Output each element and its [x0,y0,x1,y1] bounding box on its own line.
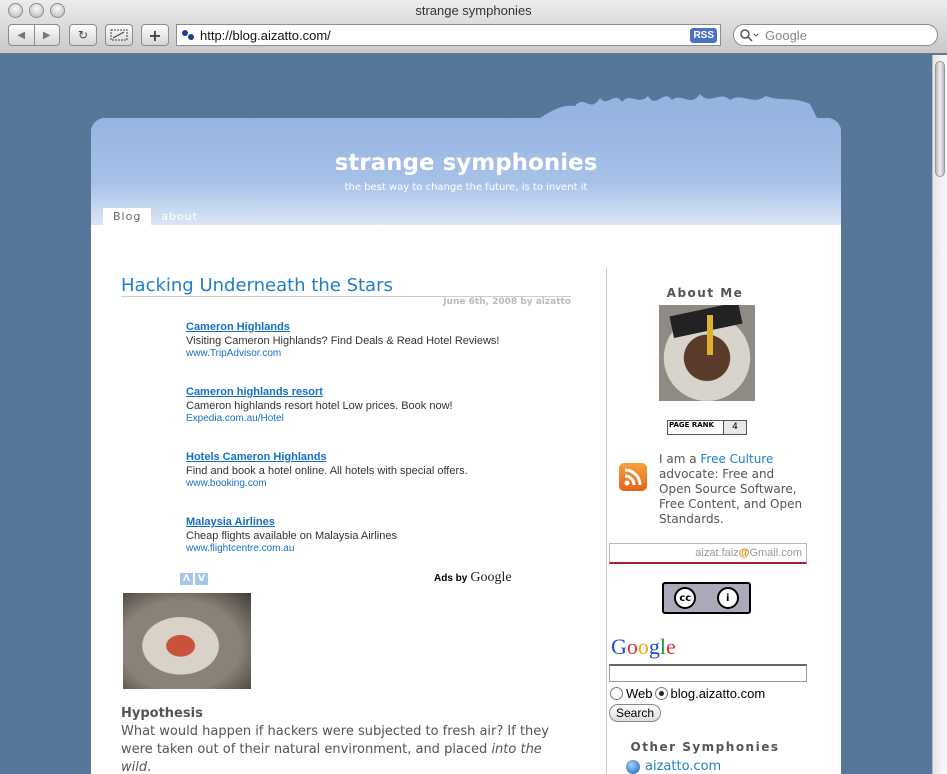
paragraph-text: . [147,760,152,774]
forward-button[interactable]: ▶ [33,25,60,45]
google-search-button[interactable]: Search [609,704,661,722]
back-icon: ◀ [17,29,26,41]
reload-button[interactable]: ↻ [69,24,97,46]
cc-icon: cc [674,587,697,609]
other-symphony-link[interactable]: aizatto.com [626,759,721,774]
forward-icon: ▶ [42,29,51,41]
post-photo[interactable] [123,593,251,689]
email-user: aizat.faiz [695,547,739,559]
site-title[interactable]: strange symphonies [91,150,841,176]
pagerank-value: 4 [724,421,746,434]
minimize-window-button[interactable] [29,3,44,18]
snippet-button[interactable] [105,24,133,46]
pagerank-badge[interactable]: PAGE RANK 4 [667,420,747,435]
reload-icon: ↻ [77,28,89,42]
browser-toolbar: strange symphonies ◀ ▶ ↻ + http://blog.a… [0,0,947,54]
ad-description: Find and book a hotel online. All hotels… [186,465,468,477]
snip-icon [110,29,128,41]
search-icon [740,29,759,42]
ad-block: Malaysia Airlines Cheap flights availabl… [186,516,397,554]
radio-web-label: Web [626,686,653,701]
ad-prev-button[interactable]: Λ [180,573,193,585]
ad-block: Cameron highlands resort Cameron highlan… [186,386,453,424]
free-culture-prefix: I am a [659,452,701,466]
nav-tab-about[interactable]: about [151,208,208,225]
google-search-input[interactable] [609,664,807,682]
vertical-scrollbar[interactable] [932,55,947,774]
ad-description: Visiting Cameron Highlands? Find Deals &… [186,335,500,347]
free-culture-suffix: advocate: Free and Open Source Software,… [659,467,803,526]
sidebar-divider [606,268,607,774]
post-meta: June 6th, 2008 by aizatto [443,297,571,307]
ad-url[interactable]: Expedia.com.au/Hotel [186,413,453,424]
site-header: strange symphonies the best way to chang… [91,118,841,225]
ad-title[interactable]: Hotels Cameron Highlands [186,451,468,463]
ad-url[interactable]: www.TripAdvisor.com [186,348,499,359]
rss-button[interactable]: RSS [690,28,717,43]
ad-block: Cameron Highlands Visiting Cameron Highl… [186,321,499,359]
google-logo: Google [611,634,676,659]
back-button[interactable]: ◀ [9,25,34,45]
radio-site-label: blog.aizatto.com [670,686,766,701]
site-tagline: the best way to change the future, is to… [344,182,588,193]
other-symphony-link-label: aizatto.com [645,759,722,774]
google-ads-logo: Google [470,570,512,585]
ads-by-google[interactable]: Ads by Google [434,570,512,586]
ad-title[interactable]: Cameron Highlands [186,321,499,333]
search-field[interactable]: Google [733,24,938,46]
scrollbar-thumb[interactable] [935,61,945,177]
attribution-icon: i [716,587,739,609]
site-nav: Blog about [103,208,208,225]
avatar [659,305,755,401]
ad-nav-arrows: Λ V [180,573,208,585]
back-forward-control: ◀ ▶ [8,24,60,46]
email-at: @ [738,547,750,559]
cap-tassel [707,315,713,355]
hypothesis-paragraph: What would happen if hackers were subjec… [121,723,561,774]
rss-icon [624,468,642,486]
radio-site[interactable] [654,687,668,700]
post-title[interactable]: Hacking Underneath the Stars [121,275,393,296]
hypothesis-heading: Hypothesis [121,706,203,721]
add-bookmark-button[interactable]: + [141,24,169,46]
free-culture-text: I am a Free Culture advocate: Free and O… [659,452,809,527]
ad-description: Cameron highlands resort hotel Low price… [186,400,453,412]
free-culture-link[interactable]: Free Culture [700,452,773,466]
about-me-heading: About Me [666,286,744,300]
radio-web[interactable] [610,687,623,700]
ad-title[interactable]: Cameron highlands resort [186,386,453,398]
pagerank-label: PAGE RANK [668,421,724,434]
ad-block: Hotels Cameron Highlands Find and book a… [186,451,468,489]
url-text: http://blog.aizatto.com/ [200,27,331,43]
zoom-window-button[interactable] [50,3,65,18]
ad-url[interactable]: www.booking.com [186,478,468,489]
address-bar[interactable]: http://blog.aizatto.com/ RSS [176,24,721,46]
creative-commons-badge[interactable]: cc i [662,582,751,614]
google-search-scope: Web blog.aizatto.com [610,686,765,701]
other-symphonies-heading: Other Symphonies [630,740,780,754]
ad-title[interactable]: Malaysia Airlines [186,516,397,528]
email-domain: Gmail.com [749,547,802,559]
site-favicon-icon [182,30,194,40]
nav-tab-blog[interactable]: Blog [103,208,152,225]
ad-url[interactable]: www.flightcentre.com.au [186,543,397,554]
plus-icon: + [148,25,162,45]
ads-by-label: Ads by [434,573,468,584]
email-image: aizat.faiz@Gmail.com [609,543,807,564]
close-window-button[interactable] [8,3,23,18]
paragraph-text: What would happen if hackers were subjec… [121,724,549,757]
ad-description: Cheap flights available on Malaysia Airl… [186,530,397,542]
window-title: strange symphonies [415,3,532,18]
rss-feed-icon[interactable] [619,463,647,491]
graduation-cap [669,305,743,339]
globe-icon [626,759,640,774]
search-placeholder: Google [765,27,807,43]
ad-next-button[interactable]: V [195,573,208,585]
